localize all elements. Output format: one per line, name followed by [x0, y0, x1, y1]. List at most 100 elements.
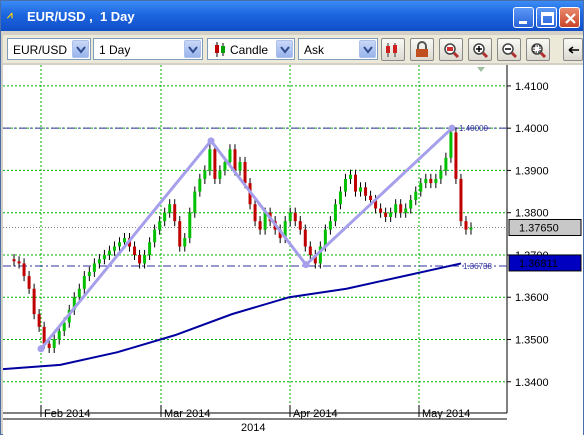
candle-body — [464, 221, 468, 230]
chevron-down-icon[interactable] — [359, 40, 376, 58]
close-icon — [565, 13, 576, 24]
candle-body — [37, 314, 41, 327]
candle-body — [348, 174, 352, 179]
pattern-point — [448, 124, 456, 132]
candle-body — [183, 238, 187, 247]
minimize-icon — [519, 21, 527, 24]
x-tick-label: May 2014 — [422, 408, 470, 420]
candle-body — [102, 254, 106, 260]
y-tick-label: 1.3600 — [515, 292, 549, 304]
candle-body — [394, 204, 398, 213]
arrow-left-icon — [568, 46, 579, 54]
candle-body — [198, 178, 202, 192]
candle-body — [434, 178, 438, 184]
chevron-down-icon[interactable] — [276, 40, 293, 58]
scroll-left-button[interactable] — [563, 38, 583, 61]
candle-body — [148, 242, 152, 255]
candle-body — [17, 261, 21, 264]
zoom-out-icon — [502, 43, 518, 59]
candle-body — [188, 212, 192, 239]
candle-body — [429, 178, 433, 184]
candle-body — [47, 343, 51, 348]
candle-body — [22, 263, 26, 277]
x-tick-label: Mar 2014 — [164, 408, 210, 420]
period-select[interactable]: 1 Day — [93, 38, 203, 60]
candle-body — [42, 326, 46, 344]
candle-body — [203, 170, 207, 179]
candle-body — [439, 170, 443, 179]
candle-body — [228, 149, 232, 162]
y-tick-label: 1.3800 — [515, 208, 549, 220]
zoom-out-button[interactable] — [497, 38, 521, 61]
zoom-in-button[interactable] — [468, 38, 492, 61]
candle-body — [92, 263, 96, 272]
price-select[interactable]: Ask — [298, 38, 378, 60]
zoom-fit-button[interactable] — [526, 38, 550, 61]
candle-body — [77, 288, 81, 298]
x-tick-label: Feb 2014 — [44, 408, 90, 420]
y-tick-label: 1.3500 — [515, 334, 549, 346]
zoom-fit-icon — [531, 43, 547, 59]
candle-body — [359, 187, 363, 192]
candle-body — [424, 178, 428, 184]
candle-body — [178, 221, 182, 247]
plot-area — [3, 65, 507, 411]
candle-body — [143, 254, 147, 264]
candle-body — [193, 191, 197, 213]
candle-body — [32, 288, 36, 315]
candle-body — [449, 132, 453, 158]
draw-tool-icon — [386, 43, 397, 57]
candle-body — [298, 221, 302, 230]
candle-body — [163, 212, 167, 222]
candle-body — [293, 212, 297, 222]
maximize-button[interactable] — [536, 7, 557, 28]
candle-body — [97, 259, 101, 264]
candle-body — [414, 191, 418, 201]
candle-body — [389, 212, 393, 217]
candle-body — [12, 259, 16, 262]
title-bar[interactable]: ⩘ EUR/USD , 1 Day — [1, 1, 583, 31]
candle-body — [369, 195, 373, 201]
ma-price-text: 1.36811 — [519, 258, 558, 270]
candle-body — [444, 157, 448, 171]
candle-body — [409, 200, 413, 209]
candle-body — [459, 178, 463, 222]
lock-button[interactable] — [410, 38, 434, 61]
y-tick-label: 1.3900 — [515, 165, 549, 177]
candle-body — [107, 250, 111, 255]
candle-body — [208, 149, 212, 171]
chart-type-value: Candle — [230, 43, 269, 57]
candle-body — [263, 212, 267, 230]
candle-body — [308, 246, 312, 255]
resistance-line-label: 1.40000 — [459, 124, 488, 133]
candle-body — [238, 161, 242, 171]
candle-body — [158, 221, 162, 230]
chevron-down-icon[interactable] — [184, 40, 201, 58]
draw-tool-button[interactable] — [381, 38, 405, 61]
candle-icon — [215, 42, 225, 57]
pattern-point — [302, 261, 310, 269]
chart-toolbar: EUR/USD 1 Day Candle Ask — [3, 35, 583, 63]
x-tick-label: Apr 2014 — [293, 408, 338, 420]
y-tick-label: 1.3400 — [515, 377, 549, 389]
candle-body — [379, 208, 383, 213]
pattern-point — [37, 345, 45, 353]
x-year-label: 2014 — [241, 422, 265, 434]
zoom-reset-button[interactable] — [439, 38, 463, 61]
price-chart[interactable]: 1.41001.40001.39001.38001.37001.36001.35… — [3, 65, 583, 435]
close-button[interactable] — [559, 7, 580, 28]
candle-body — [138, 254, 142, 264]
minimize-button[interactable] — [513, 7, 534, 28]
candle-body — [404, 208, 408, 213]
candle-body — [253, 204, 257, 222]
candle-body — [153, 229, 157, 243]
candle-body — [419, 183, 423, 192]
symbol-select[interactable]: EUR/USD — [7, 38, 91, 60]
support-line-label: 1.36738 — [463, 262, 492, 271]
candle-body — [343, 178, 347, 192]
maximize-icon — [541, 12, 554, 25]
candle-body — [117, 242, 121, 247]
chart-type-select[interactable]: Candle — [207, 38, 295, 60]
chevron-down-icon[interactable] — [72, 40, 89, 58]
zoom-in-icon — [473, 43, 489, 59]
